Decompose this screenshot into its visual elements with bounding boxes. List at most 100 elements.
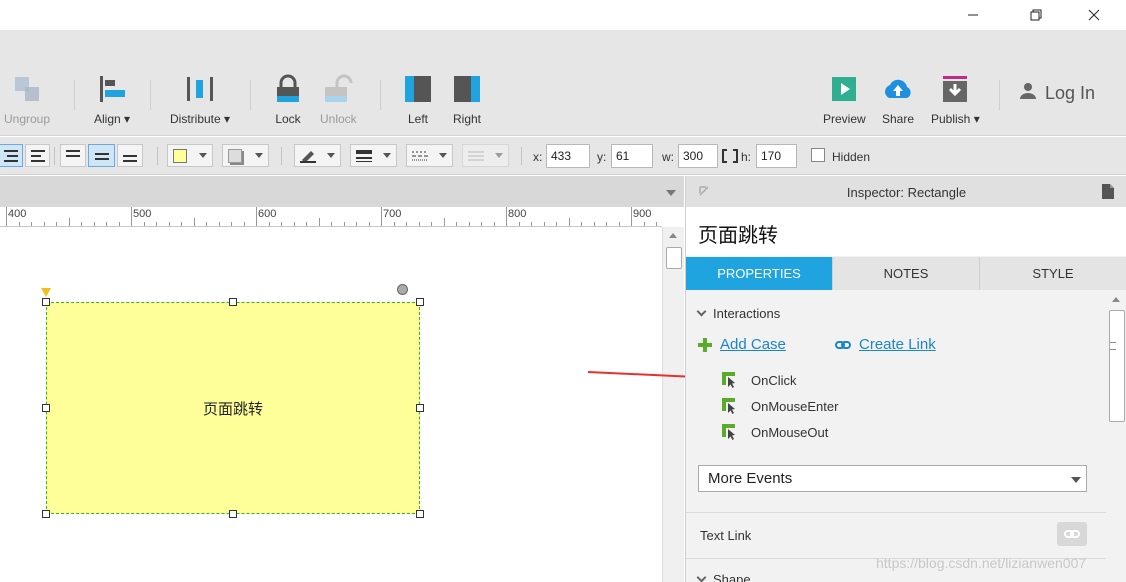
ungroup-button[interactable]: Ungroup — [4, 74, 50, 126]
add-case-link[interactable]: Add Case — [698, 336, 786, 353]
ruler-tick — [368, 222, 370, 226]
line-width-dropdown[interactable] — [350, 144, 397, 167]
preview-button[interactable]: Preview — [823, 74, 866, 126]
align-text-right-button[interactable] — [25, 144, 50, 167]
hidden-label: Hidden — [832, 150, 871, 164]
play-icon — [829, 74, 859, 104]
distribute-button[interactable]: Distribute ▾ — [170, 74, 230, 126]
text-link-button[interactable] — [1057, 522, 1087, 546]
tab-style[interactable]: STYLE — [980, 257, 1126, 290]
format-divider — [281, 147, 282, 165]
resize-handle[interactable] — [42, 510, 50, 518]
ruler-tick — [318, 218, 320, 226]
event-onmouseout[interactable]: OnMouseOut — [722, 424, 828, 440]
ruler-tick — [656, 222, 657, 226]
ruler-tick — [143, 222, 145, 226]
align-label: Align — [94, 112, 121, 126]
arrow-style-icon — [468, 151, 484, 160]
tab-properties[interactable]: PROPERTIES — [686, 257, 833, 290]
ruler-tick — [181, 222, 182, 226]
widget-name-field[interactable]: 页面跳转 — [686, 207, 1126, 256]
y-position-input[interactable]: 61 — [611, 144, 653, 168]
ruler-tick — [543, 222, 545, 226]
resize-handle[interactable] — [42, 298, 50, 306]
valign-bottom-button[interactable] — [117, 144, 143, 167]
ruler-tick — [256, 207, 257, 226]
distribute-label: Distribute — [170, 112, 221, 126]
scrollbar-thumb[interactable] — [666, 247, 682, 269]
ruler-tick — [243, 222, 245, 226]
valign-top-button[interactable] — [60, 144, 86, 167]
event-onmouseenter[interactable]: OnMouseEnter — [722, 398, 838, 414]
ruler-tick — [306, 222, 307, 226]
lock-aspect-icon[interactable] — [722, 149, 738, 166]
hidden-checkbox[interactable] — [811, 148, 825, 162]
scroll-up-icon[interactable] — [669, 233, 677, 238]
right-button[interactable]: Right — [452, 74, 482, 126]
create-link-link[interactable]: Create Link — [835, 336, 936, 353]
restore-icon[interactable] — [1013, 0, 1059, 30]
unlock-button[interactable]: Unlock — [320, 74, 357, 126]
resize-handle[interactable] — [416, 404, 424, 412]
ruler-tick — [581, 222, 582, 226]
rotation-handle[interactable] — [397, 284, 408, 295]
align-button[interactable]: Align ▾ — [94, 74, 130, 126]
fill-color-dropdown[interactable] — [167, 144, 213, 167]
arrow-style-dropdown[interactable] — [462, 144, 509, 167]
ruler-tick — [56, 222, 57, 226]
height-input[interactable]: 170 — [756, 144, 797, 168]
canvas-scrollbar[interactable] — [662, 227, 684, 582]
ruler-tick — [356, 222, 357, 226]
line-style-dropdown[interactable] — [406, 144, 453, 167]
ruler-tick — [6, 207, 7, 226]
x-position-input[interactable]: 433 — [546, 144, 590, 168]
distribute-icon — [185, 74, 215, 104]
shadow-dropdown[interactable] — [222, 144, 269, 167]
left-button[interactable]: Left — [403, 74, 433, 126]
minimize-icon[interactable] — [950, 0, 996, 30]
dropdown-caret-icon: ▾ — [224, 112, 231, 126]
align-text-left-button[interactable] — [0, 144, 23, 167]
share-button[interactable]: Share — [881, 74, 915, 126]
scroll-up-icon[interactable] — [1112, 297, 1120, 302]
dropdown-caret-icon: ▾ — [124, 112, 131, 126]
login-label: Log In — [1045, 83, 1096, 103]
w-label: w: — [662, 150, 674, 164]
resize-handle[interactable] — [42, 404, 50, 412]
ruler-tick — [106, 222, 107, 226]
line-color-dropdown[interactable] — [294, 144, 341, 167]
resize-handle[interactable] — [229, 298, 237, 306]
chevron-down-icon[interactable] — [666, 190, 676, 196]
width-input[interactable]: 300 — [678, 144, 718, 168]
ruler-tick — [31, 222, 32, 226]
event-onclick[interactable]: OnClick — [722, 372, 797, 388]
valign-middle-button[interactable] — [88, 144, 115, 167]
resize-handle[interactable] — [416, 298, 424, 306]
rectangle-widget[interactable]: 页面跳转 — [46, 302, 420, 514]
ruler-tick — [231, 222, 232, 226]
tab-notes[interactable]: NOTES — [833, 257, 980, 290]
lock-button[interactable]: Lock — [273, 74, 303, 126]
more-events-select[interactable]: More Events — [698, 465, 1087, 492]
document-icon[interactable] — [1102, 184, 1114, 202]
event-label: OnClick — [751, 372, 797, 388]
ruler-tick — [293, 222, 295, 226]
resize-handle[interactable] — [229, 510, 237, 518]
login-button[interactable]: Log In — [1019, 82, 1095, 105]
ruler-tick — [343, 222, 345, 226]
chevron-down-icon — [255, 153, 263, 158]
ruler-tick — [643, 222, 645, 226]
close-icon[interactable] — [1071, 0, 1117, 30]
resize-handle[interactable] — [416, 510, 424, 518]
scrollbar-thumb[interactable] — [1109, 310, 1125, 422]
interactions-section-header[interactable]: Interactions — [696, 306, 780, 321]
cloud-upload-icon — [881, 74, 915, 104]
inspector-scrollbar[interactable] — [1106, 290, 1126, 582]
ruler-tick — [131, 207, 132, 226]
format-divider — [157, 147, 158, 165]
section-divider — [686, 512, 1106, 513]
main-toolbar: Ungroup Align ▾ Distribute ▾ Lock Unlock… — [0, 30, 1126, 136]
chain-link-icon — [835, 340, 851, 349]
publish-button[interactable]: Publish ▾ — [931, 74, 980, 126]
shape-section-header[interactable]: Shape — [696, 572, 751, 582]
